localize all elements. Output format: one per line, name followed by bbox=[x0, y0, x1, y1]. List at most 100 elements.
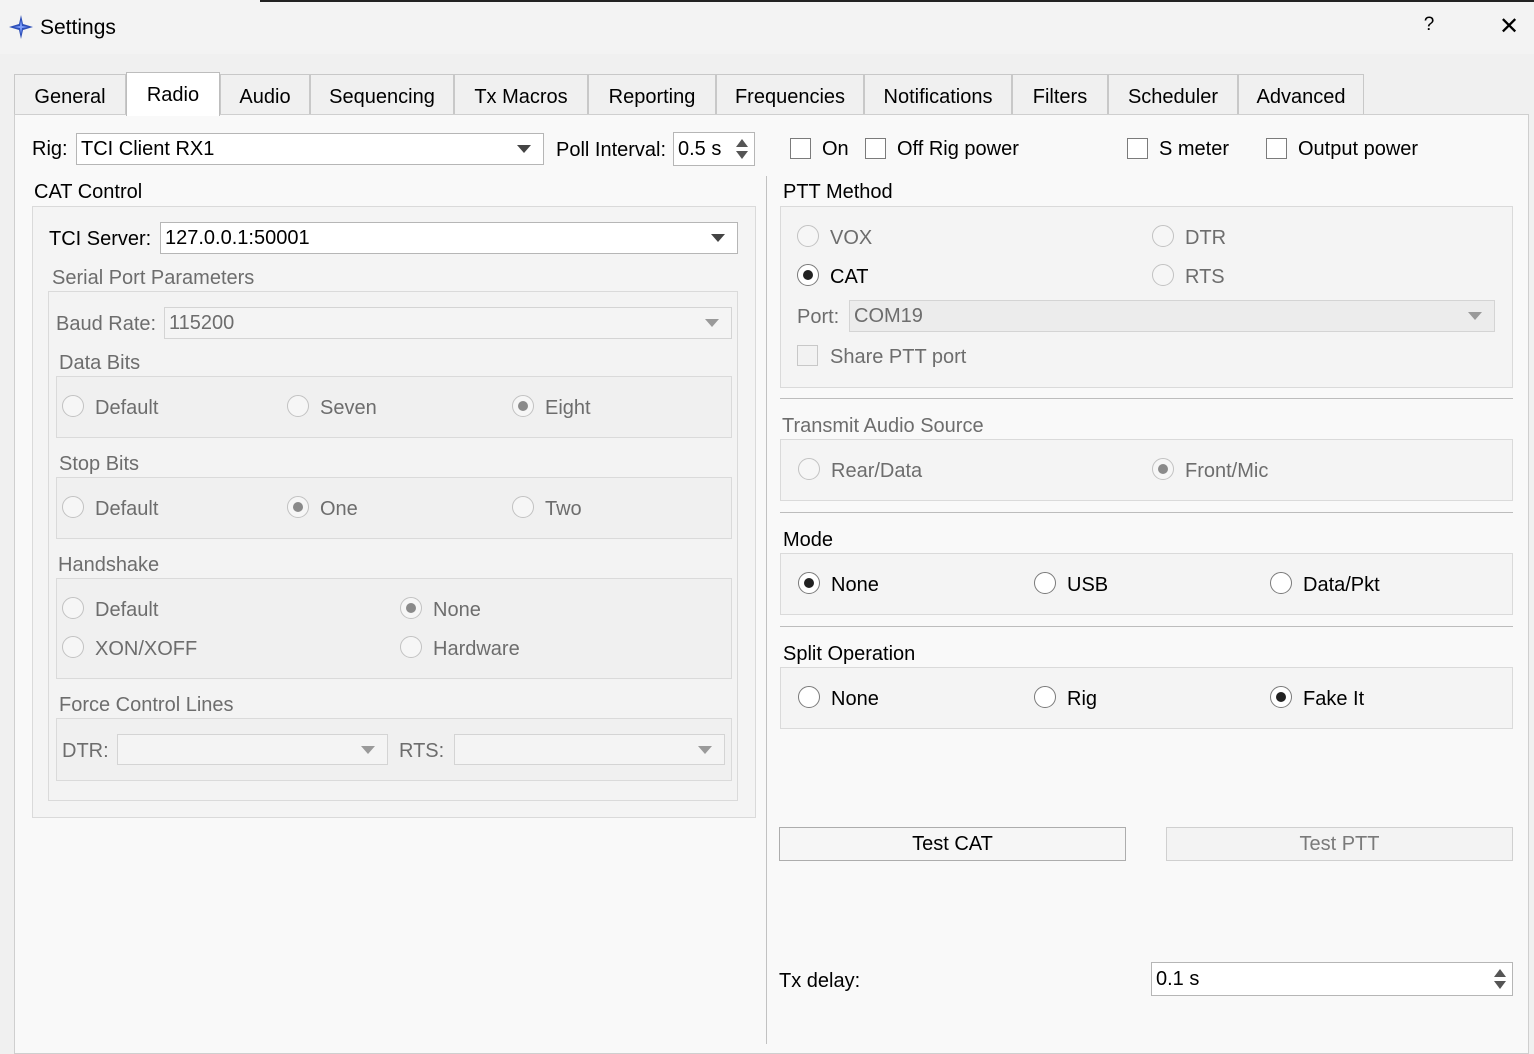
test-ptt-button[interactable]: Test PTT bbox=[1166, 827, 1513, 861]
baud-rate-value: 115200 bbox=[169, 312, 235, 334]
chevron-down-icon bbox=[698, 745, 712, 754]
serial-port-title: Serial Port Parameters bbox=[52, 267, 255, 289]
tab-scheduler[interactable]: Scheduler bbox=[1108, 74, 1238, 114]
chevron-down-icon bbox=[517, 145, 531, 153]
split-operation-title: Split Operation bbox=[783, 643, 916, 665]
stop-bits-two-radio[interactable] bbox=[512, 496, 534, 518]
close-icon[interactable]: ✕ bbox=[1496, 12, 1522, 42]
data-bits-eight-radio[interactable] bbox=[512, 395, 534, 417]
spin-up-icon[interactable] bbox=[1494, 969, 1506, 977]
test-cat-button[interactable]: Test CAT bbox=[779, 827, 1126, 861]
window-top-border bbox=[260, 0, 1534, 2]
mode-usb-radio[interactable] bbox=[1034, 572, 1056, 594]
mode-data-pkt-label: Data/Pkt bbox=[1303, 574, 1380, 596]
data-bits-default-label: Default bbox=[95, 397, 159, 419]
output-power-label: Output power bbox=[1298, 138, 1419, 160]
chevron-down-icon bbox=[711, 234, 725, 242]
tx-delay-spinbox[interactable]: 0.1 s bbox=[1151, 962, 1513, 996]
baud-rate-select[interactable]: 115200 bbox=[164, 307, 732, 339]
ptt-cat-radio[interactable] bbox=[797, 264, 819, 286]
handshake-default-radio[interactable] bbox=[62, 597, 84, 619]
spin-down-icon[interactable] bbox=[736, 151, 748, 159]
tab-tx-macros[interactable]: Tx Macros bbox=[454, 74, 588, 114]
tab-general[interactable]: General bbox=[14, 74, 126, 114]
handshake-title: Handshake bbox=[58, 554, 160, 576]
tab-audio[interactable]: Audio bbox=[220, 74, 310, 114]
stop-bits-default-radio[interactable] bbox=[62, 496, 84, 518]
mode-none-label: None bbox=[831, 574, 879, 596]
split-operation-group bbox=[780, 667, 1513, 729]
handshake-xonxoff-radio[interactable] bbox=[62, 636, 84, 658]
on-checkbox[interactable] bbox=[790, 138, 811, 159]
handshake-none-radio[interactable] bbox=[400, 597, 422, 619]
cat-control-title: CAT Control bbox=[34, 181, 143, 203]
share-ptt-port-label: Share PTT port bbox=[830, 346, 967, 368]
ptt-rts-radio[interactable] bbox=[1152, 264, 1174, 286]
separator bbox=[780, 512, 1513, 513]
stop-bits-one-radio[interactable] bbox=[287, 496, 309, 518]
handshake-default-label: Default bbox=[95, 599, 159, 621]
handshake-hardware-label: Hardware bbox=[433, 638, 520, 660]
spin-up-icon[interactable] bbox=[736, 139, 748, 147]
help-button[interactable]: ? bbox=[1418, 14, 1440, 40]
tab-notifications[interactable]: Notifications bbox=[864, 74, 1012, 114]
split-fake-it-radio[interactable] bbox=[1270, 686, 1292, 708]
poll-interval-label: Poll Interval: bbox=[556, 139, 667, 161]
column-separator bbox=[766, 176, 767, 1044]
stop-bits-default-label: Default bbox=[95, 498, 159, 520]
rts-select[interactable] bbox=[454, 734, 725, 765]
stop-bits-two-label: Two bbox=[545, 498, 582, 520]
audio-front-mic-radio[interactable] bbox=[1152, 458, 1174, 480]
tci-server-combo[interactable]: 127.0.0.1:50001 bbox=[160, 222, 738, 254]
separator bbox=[780, 398, 1513, 399]
rts-label: RTS: bbox=[399, 740, 445, 762]
ptt-vox-radio[interactable] bbox=[797, 225, 819, 247]
dtr-label: DTR: bbox=[62, 740, 109, 762]
tab-sequencing[interactable]: Sequencing bbox=[310, 74, 454, 114]
tx-delay-value: 0.1 s bbox=[1156, 968, 1200, 990]
tci-server-value: 127.0.0.1:50001 bbox=[165, 227, 310, 249]
audio-source-title: Transmit Audio Source bbox=[782, 415, 984, 437]
audio-rear-data-label: Rear/Data bbox=[831, 460, 923, 482]
rig-select[interactable]: TCI Client RX1 bbox=[76, 133, 544, 165]
tab-frequencies[interactable]: Frequencies bbox=[716, 74, 864, 114]
tab-filters[interactable]: Filters bbox=[1012, 74, 1108, 114]
audio-rear-data-radio[interactable] bbox=[798, 458, 820, 480]
dtr-select[interactable] bbox=[117, 734, 388, 765]
tab-advanced[interactable]: Advanced bbox=[1238, 74, 1364, 114]
share-ptt-port-checkbox[interactable] bbox=[797, 345, 818, 366]
poll-interval-value: 0.5 s bbox=[678, 138, 722, 160]
spin-down-icon[interactable] bbox=[1494, 981, 1506, 989]
data-bits-eight-label: Eight bbox=[545, 397, 591, 419]
chevron-down-icon bbox=[705, 319, 719, 327]
s-meter-checkbox[interactable] bbox=[1127, 138, 1148, 159]
tab-reporting[interactable]: Reporting bbox=[588, 74, 716, 114]
mode-group bbox=[780, 553, 1513, 615]
tx-delay-label: Tx delay: bbox=[779, 970, 861, 992]
ptt-dtr-radio[interactable] bbox=[1152, 225, 1174, 247]
force-control-title: Force Control Lines bbox=[59, 694, 234, 716]
separator bbox=[780, 626, 1513, 627]
data-bits-title: Data Bits bbox=[59, 352, 141, 374]
data-bits-default-radio[interactable] bbox=[62, 395, 84, 417]
chevron-down-icon bbox=[361, 745, 375, 754]
ptt-cat-label: CAT bbox=[830, 266, 869, 288]
mode-none-radio[interactable] bbox=[798, 572, 820, 594]
split-none-label: None bbox=[831, 688, 879, 710]
handshake-xonxoff-label: XON/XOFF bbox=[95, 638, 198, 660]
ptt-port-select[interactable]: COM19 bbox=[849, 300, 1495, 332]
data-bits-seven-radio[interactable] bbox=[287, 395, 309, 417]
tab-radio[interactable]: Radio bbox=[126, 72, 220, 116]
off-rig-power-checkbox[interactable] bbox=[865, 138, 886, 159]
mode-data-pkt-radio[interactable] bbox=[1270, 572, 1292, 594]
app-star-icon bbox=[8, 14, 34, 40]
rig-label: Rig: bbox=[32, 138, 68, 160]
handshake-hardware-radio[interactable] bbox=[400, 636, 422, 658]
stop-bits-title: Stop Bits bbox=[59, 453, 140, 475]
rig-value: TCI Client RX1 bbox=[81, 138, 215, 160]
ptt-dtr-label: DTR bbox=[1185, 227, 1227, 249]
poll-interval-spinbox[interactable]: 0.5 s bbox=[673, 132, 755, 166]
split-rig-radio[interactable] bbox=[1034, 686, 1056, 708]
output-power-checkbox[interactable] bbox=[1266, 138, 1287, 159]
split-none-radio[interactable] bbox=[798, 686, 820, 708]
